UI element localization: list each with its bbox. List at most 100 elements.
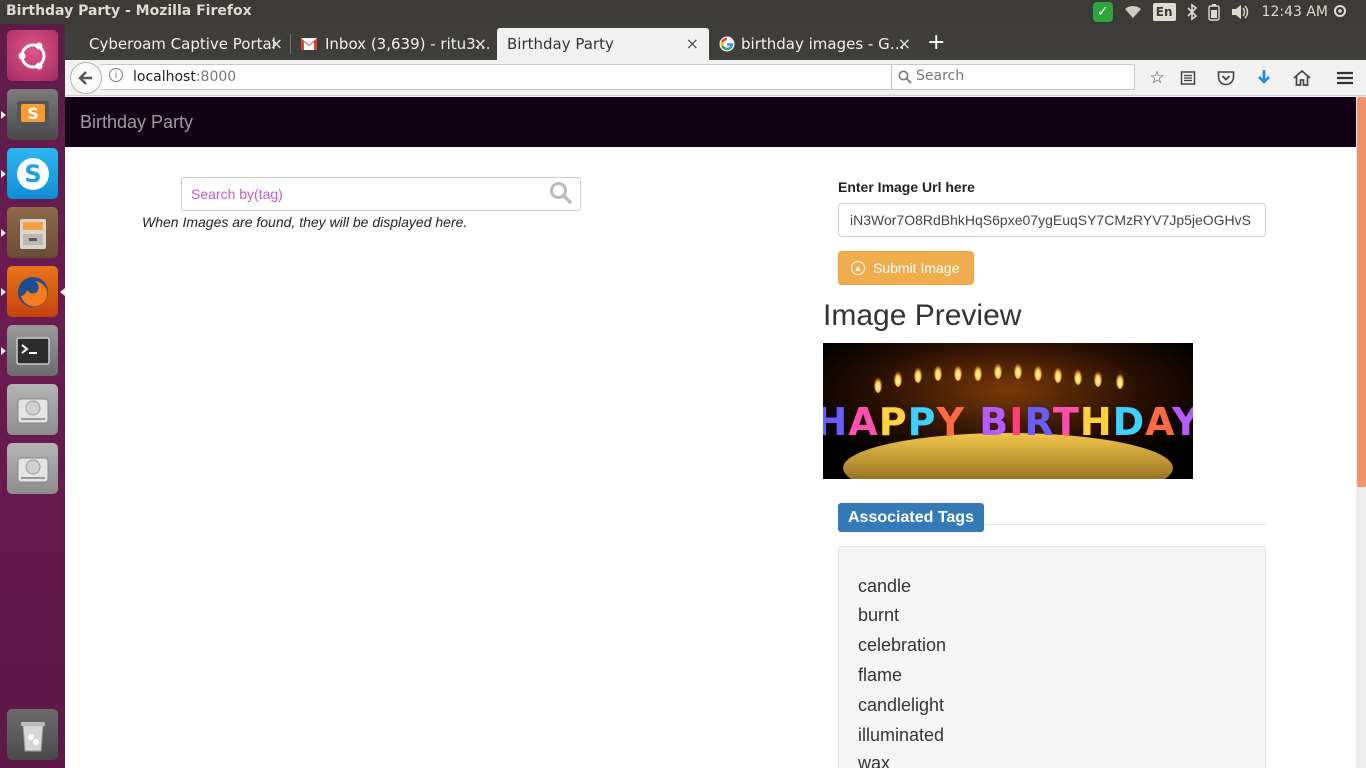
page-scrollbar-thumb[interactable] xyxy=(1357,97,1366,487)
tab-cyberoam[interactable]: Cyberoam Captive Portal × xyxy=(79,28,293,60)
url-host: localhost xyxy=(133,69,196,85)
power-gear-icon[interactable] xyxy=(1332,3,1348,19)
downloads-icon[interactable] xyxy=(1252,66,1276,90)
image-preview: HAPPY BIRTHDAY xyxy=(823,343,1193,479)
wifi-icon[interactable] xyxy=(1123,4,1143,20)
launcher-files[interactable] xyxy=(7,207,58,258)
site-info-icon[interactable]: i xyxy=(109,68,123,82)
tab-label: birthday images - G… xyxy=(741,35,905,53)
site-navbar: Birthday Party xyxy=(65,97,1356,147)
tab-close-icon[interactable]: × xyxy=(898,34,911,53)
image-url-label: Enter Image Url here xyxy=(838,179,975,195)
nav-bar: i localhost:8000 ↻ ☆ xyxy=(65,60,1366,96)
battery-icon[interactable] xyxy=(1207,3,1220,21)
upload-circle-icon: ▲ xyxy=(851,261,865,275)
svg-text:S: S xyxy=(24,160,41,188)
search-input[interactable] xyxy=(916,68,1126,84)
volume-icon[interactable] xyxy=(1230,4,1250,20)
hard-drive-icon xyxy=(17,457,48,482)
tags-list: candle burnt celebration flame candlelig… xyxy=(838,546,1266,768)
google-icon xyxy=(719,36,735,52)
back-arrow-icon xyxy=(78,71,92,85)
back-button[interactable] xyxy=(70,62,102,94)
bluetooth-icon[interactable] xyxy=(1186,3,1198,21)
tab-label: Birthday Party xyxy=(507,35,614,53)
cake-candle-letters: HAPPY BIRTHDAY xyxy=(823,400,1193,444)
tag-search-box[interactable] xyxy=(181,177,581,211)
search-icon[interactable] xyxy=(548,180,574,206)
cake-letter: A xyxy=(848,400,878,444)
tab-close-icon[interactable]: × xyxy=(270,34,283,53)
new-tab-button[interactable]: + xyxy=(927,30,945,55)
file-cabinet-icon xyxy=(19,218,46,249)
tag-item: flame xyxy=(858,665,903,685)
launcher-skype[interactable]: S xyxy=(7,148,58,199)
menu-hamburger-icon[interactable] xyxy=(1333,66,1357,90)
submit-image-button[interactable]: ▲ Submit Image xyxy=(838,251,974,285)
pocket-icon[interactable] xyxy=(1214,66,1238,90)
terminal-icon xyxy=(15,336,50,365)
url-bar[interactable]: i localhost:8000 ↻ xyxy=(101,64,947,90)
search-icon xyxy=(898,70,912,84)
navbar-brand[interactable]: Birthday Party xyxy=(80,112,193,133)
cake-letter: B xyxy=(979,400,1009,444)
top-panel: Birthday Party - Mozilla Firefox ✓ En 12… xyxy=(0,0,1366,24)
tag-item: wax xyxy=(858,753,891,768)
svg-text:S: S xyxy=(27,104,39,123)
tab-bar: Cyberoam Captive Portal × Inbox (3,639) … xyxy=(65,24,1366,60)
gmail-icon xyxy=(301,38,317,50)
tag-item: candlelight xyxy=(858,695,945,715)
tab-label: Cyberoam Captive Portal xyxy=(89,35,276,53)
indicator-area: ✓ En 12:43 AM xyxy=(1092,0,1366,24)
tab-birthday-party[interactable]: Birthday Party × xyxy=(497,28,709,60)
cake-letter: H xyxy=(1080,400,1113,444)
hard-drive-icon xyxy=(17,398,48,423)
image-url-input[interactable] xyxy=(850,212,1260,228)
tag-search-input[interactable] xyxy=(191,186,541,202)
bookmark-star-icon[interactable]: ☆ xyxy=(1145,66,1169,90)
cake-letter: D xyxy=(1113,400,1146,444)
url-text: localhost:8000 xyxy=(133,69,236,85)
cake-letter: R xyxy=(1024,400,1053,444)
cake-letter: P xyxy=(879,400,908,444)
launcher-dash-button[interactable] xyxy=(7,30,58,81)
launcher: S S xyxy=(0,24,65,768)
results-hint: When Images are found, they will be disp… xyxy=(142,214,468,230)
image-preview-title: Image Preview xyxy=(823,299,1022,332)
tag-item: burnt xyxy=(858,605,900,625)
launcher-sublime-text[interactable]: S xyxy=(7,89,58,140)
url-port: :8000 xyxy=(195,69,237,85)
tab-label: Inbox (3,639) - ritu3… xyxy=(325,35,491,53)
tag-item: illuminated xyxy=(858,725,945,745)
launcher-firefox[interactable] xyxy=(7,266,58,317)
tag-item: celebration xyxy=(858,635,947,655)
tab-close-icon[interactable]: × xyxy=(686,34,699,53)
search-bar[interactable] xyxy=(891,64,1135,90)
trash-icon xyxy=(20,721,45,751)
cake-letter: T xyxy=(1053,400,1080,444)
keyboard-layout-indicator[interactable]: En xyxy=(1152,3,1176,21)
cake-letter: Y xyxy=(935,400,965,444)
cake-letter xyxy=(965,400,979,444)
update-check-icon[interactable]: ✓ xyxy=(1092,2,1113,22)
launcher-trash[interactable] xyxy=(7,709,58,760)
window-title: Birthday Party - Mozilla Firefox xyxy=(6,3,252,19)
submit-image-label: Submit Image xyxy=(873,260,960,276)
cake-letter: Y xyxy=(1171,400,1193,444)
cake-letter: I xyxy=(1009,400,1024,444)
tab-close-icon[interactable]: × xyxy=(474,34,487,53)
image-url-field[interactable] xyxy=(838,203,1266,237)
launcher-drive-1[interactable] xyxy=(7,384,58,435)
tab-inbox[interactable]: Inbox (3,639) - ritu3… × xyxy=(293,28,497,60)
tag-item: candle xyxy=(858,576,912,596)
launcher-terminal[interactable] xyxy=(7,325,58,376)
ubuntu-logo-icon xyxy=(18,42,45,69)
home-icon[interactable] xyxy=(1290,66,1314,90)
reading-list-icon[interactable] xyxy=(1176,66,1200,90)
clock[interactable]: 12:43 AM xyxy=(1262,4,1328,20)
cake-letter: P xyxy=(908,400,937,444)
sublime-text-icon: S xyxy=(16,100,49,127)
skype-icon: S xyxy=(16,157,49,190)
launcher-drive-2[interactable] xyxy=(7,443,58,494)
tab-birthday-images[interactable]: birthday images - G… × xyxy=(711,28,921,60)
